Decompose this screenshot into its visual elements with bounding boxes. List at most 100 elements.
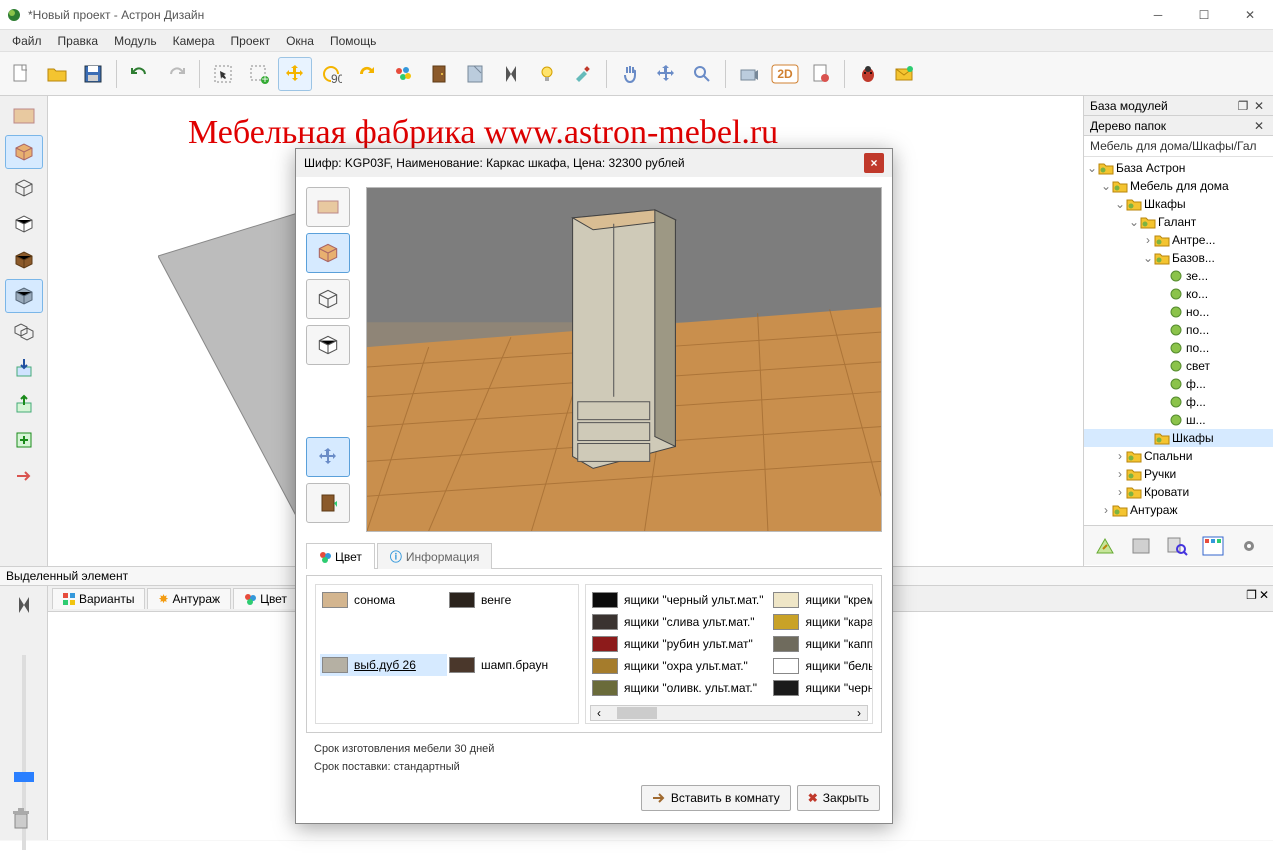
view2d-icon[interactable]: 2D — [768, 57, 802, 91]
view-wire2-icon[interactable] — [5, 207, 43, 241]
color-option[interactable]: ящики "черн — [771, 677, 873, 699]
palette-icon[interactable] — [386, 57, 420, 91]
export-icon[interactable] — [5, 387, 43, 421]
undo-icon[interactable] — [123, 57, 157, 91]
color-option[interactable]: сонома — [320, 589, 447, 611]
insert-button[interactable]: Вставить в комнату — [641, 785, 791, 811]
brush-icon[interactable] — [566, 57, 600, 91]
color-option[interactable]: венге — [447, 589, 574, 611]
tab-color[interactable]: Цвет — [233, 588, 298, 609]
tree-row[interactable]: ⌄Мебель для дома — [1084, 177, 1273, 195]
select-icon[interactable] — [206, 57, 240, 91]
tree-close-icon[interactable]: ✕ — [1251, 119, 1267, 133]
view-wire-icon[interactable] — [5, 171, 43, 205]
view-flat-icon[interactable] — [5, 99, 43, 133]
menu-module[interactable]: Модуль — [106, 32, 165, 50]
trash-icon[interactable] — [10, 806, 32, 835]
dialog-close-icon[interactable]: × — [864, 153, 884, 173]
color-option[interactable]: шамп.браун — [447, 654, 574, 676]
mail-icon[interactable] — [887, 57, 921, 91]
color-option[interactable]: ящики "кара — [771, 611, 873, 633]
redo-icon[interactable] — [159, 57, 193, 91]
dlg-view-wire-icon[interactable] — [306, 279, 350, 319]
thumb-up-icon[interactable] — [1088, 529, 1122, 563]
tab-variants[interactable]: Варианты — [52, 588, 145, 609]
tree-row[interactable]: ⌄База Астрон — [1084, 159, 1273, 177]
sheet-icon[interactable] — [458, 57, 492, 91]
thumb-search-icon[interactable] — [1160, 529, 1194, 563]
dlg-view-flat-icon[interactable] — [306, 187, 350, 227]
bottom-restore-icon[interactable]: ❐ — [1246, 588, 1257, 609]
color-option[interactable]: ящики "оливк. ульт.мат." — [590, 677, 765, 699]
orbit-icon[interactable] — [649, 57, 683, 91]
tree-row[interactable]: ›Антураж — [1084, 501, 1273, 519]
menu-help[interactable]: Помощь — [322, 32, 384, 50]
tree-row[interactable]: но... — [1084, 303, 1273, 321]
close-button[interactable]: ✖Закрыть — [797, 785, 880, 811]
tree-row[interactable]: ›Кровати — [1084, 483, 1273, 501]
tree-row[interactable]: ф... — [1084, 393, 1273, 411]
tree-row[interactable]: по... — [1084, 339, 1273, 357]
color-option[interactable]: ящики "охра ульт.мат." — [590, 655, 765, 677]
view-texture-icon[interactable] — [5, 243, 43, 277]
color-option[interactable]: ящики "бель — [771, 655, 873, 677]
new-icon[interactable] — [4, 57, 38, 91]
zoom-icon[interactable] — [685, 57, 719, 91]
goto-icon[interactable] — [5, 459, 43, 493]
dlg-tab-info[interactable]: ⓘИнформация — [377, 543, 493, 569]
close-window-button[interactable]: ✕ — [1227, 0, 1273, 30]
tree-row[interactable]: ш... — [1084, 411, 1273, 429]
maximize-button[interactable]: ☐ — [1181, 0, 1227, 30]
view-shade-icon[interactable] — [5, 279, 43, 313]
bug-icon[interactable] — [851, 57, 885, 91]
tree-row[interactable]: ко... — [1084, 285, 1273, 303]
tab-entourage[interactable]: ✸Антураж — [147, 588, 231, 609]
door-icon[interactable] — [422, 57, 456, 91]
view-multi-icon[interactable] — [5, 315, 43, 349]
view-solid-icon[interactable] — [5, 135, 43, 169]
dlg-tab-color[interactable]: Цвет — [306, 543, 375, 569]
dlg-view-wire2-icon[interactable] — [306, 325, 350, 365]
save-icon[interactable] — [76, 57, 110, 91]
color-option[interactable]: ящики "черный ульт.мат." — [590, 589, 765, 611]
thumb-gear-icon[interactable] — [1232, 529, 1266, 563]
open-icon[interactable] — [40, 57, 74, 91]
menu-project[interactable]: Проект — [223, 32, 279, 50]
tree-row[interactable]: ›Спальни — [1084, 447, 1273, 465]
tree-row[interactable]: ›Ручки — [1084, 465, 1273, 483]
minimize-button[interactable]: ─ — [1135, 0, 1181, 30]
dialog-preview[interactable] — [366, 187, 882, 532]
tree-row[interactable]: по... — [1084, 321, 1273, 339]
tree-row[interactable]: ⌄Галант — [1084, 213, 1273, 231]
color-option[interactable]: ящики "слива ульт.мат." — [590, 611, 765, 633]
mirror-icon[interactable] — [494, 57, 528, 91]
import-icon[interactable] — [5, 351, 43, 385]
bot-mirror-icon[interactable] — [13, 594, 35, 619]
modules-close-icon[interactable]: ✕ — [1251, 99, 1267, 113]
color-scrollbar[interactable]: ‹› — [590, 705, 868, 721]
folder-tree[interactable]: ⌄База Астрон⌄Мебель для дома⌄Шкафы⌄Галан… — [1084, 157, 1273, 525]
tree-row[interactable]: свет — [1084, 357, 1273, 375]
dlg-door-icon[interactable] — [306, 483, 350, 523]
move-icon[interactable] — [278, 57, 312, 91]
tree-row[interactable]: Шкафы — [1084, 429, 1273, 447]
tree-row[interactable]: ⌄Базов... — [1084, 249, 1273, 267]
thumb-grid-icon[interactable] — [1196, 529, 1230, 563]
tree-row[interactable]: зе... — [1084, 267, 1273, 285]
menu-camera[interactable]: Камера — [165, 32, 223, 50]
tree-row[interactable]: ф... — [1084, 375, 1273, 393]
tree-row[interactable]: ⌄Шкафы — [1084, 195, 1273, 213]
rotate-icon[interactable] — [350, 57, 384, 91]
rotate90-icon[interactable]: 90 — [314, 57, 348, 91]
color-option[interactable]: ящики "капп — [771, 633, 873, 655]
insert-icon[interactable] — [5, 423, 43, 457]
dlg-view-solid-icon[interactable] — [306, 233, 350, 273]
color-option[interactable]: ящики "крем — [771, 589, 873, 611]
pan-icon[interactable] — [613, 57, 647, 91]
modules-dock-icon[interactable]: ❐ — [1235, 99, 1251, 113]
camera-icon[interactable] — [732, 57, 766, 91]
dlg-orbit-icon[interactable] — [306, 437, 350, 477]
color-option[interactable]: ящики "рубин ульт.мат" — [590, 633, 765, 655]
bulb-icon[interactable] — [530, 57, 564, 91]
bottom-close-icon[interactable]: ✕ — [1259, 588, 1269, 609]
